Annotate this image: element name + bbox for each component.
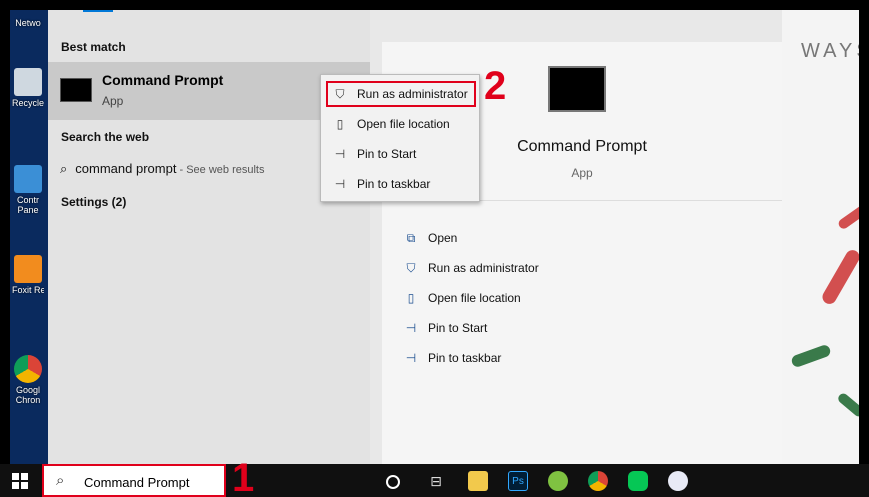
pin-icon: ⊣ [334,177,346,191]
web-query: command prompt [75,161,177,176]
context-pin-to-taskbar[interactable]: ⊣ Pin to taskbar [331,173,431,195]
settings-header[interactable]: Settings (2) [61,195,126,209]
taskbar: ⌕ Command Prompt 1 ⊟ Ps [0,456,869,497]
action-label: Run as administrator [428,261,539,275]
context-label: Run as administrator [357,87,468,101]
desktop-icon-label: Netwo [15,18,41,28]
desktop-icon-google-chrome[interactable]: Googl Chron [12,355,44,405]
photoshop-icon[interactable]: Ps [508,471,528,491]
pin-icon: ⊣ [334,147,346,161]
wallpaper-stroke [836,199,859,231]
action-label: Pin to Start [428,321,488,335]
taskbar-search-box[interactable]: ⌕ Command Prompt [42,464,226,497]
context-open-file-location[interactable]: ▯ Open file location [331,113,450,135]
web-search-result[interactable]: ⌕ command prompt - See web results [60,161,264,177]
file-explorer-icon[interactable] [468,471,488,491]
file-location-icon: ▯ [336,117,344,131]
context-pin-to-start[interactable]: ⊣ Pin to Start [331,143,417,165]
best-match-subtitle: App [102,94,124,108]
recycle-bin-icon [14,68,42,96]
wallpaper-stroke [836,391,859,419]
desktop-icon-label: Googl Chron [15,385,41,405]
accent-stripe [83,10,113,12]
action-open-file-location[interactable]: ▯ Open file location [402,288,521,308]
app-icon[interactable] [548,471,568,491]
action-label: Open file location [428,291,521,305]
wallpaper-stroke [790,343,832,369]
cortana-icon[interactable] [386,475,400,489]
line-icon[interactable] [628,471,648,491]
best-match-title: Command Prompt [102,72,224,88]
command-prompt-icon [548,66,606,112]
search-icon: ⌕ [56,472,65,489]
annotation-number-one: 1 [232,456,255,497]
pin-icon: ⊣ [405,351,417,365]
chrome-icon [14,355,42,383]
foxit-reader-icon [14,255,42,283]
action-label: Pin to taskbar [428,351,502,365]
web-hint: - See web results [176,164,265,176]
action-pin-to-taskbar[interactable]: ⊣ Pin to taskbar [402,348,502,368]
desktop-icon-network[interactable]: Netwo [12,16,44,28]
context-menu: ⛉ Run as administrator ▯ Open file locatio… [320,74,480,202]
desktop-icon-foxit-reader[interactable]: Foxit Re [12,255,44,295]
context-label: Pin to taskbar [357,177,431,191]
command-prompt-icon [60,78,92,102]
control-panel-icon [14,165,42,193]
open-icon: ⧉ [406,230,416,245]
action-pin-to-start[interactable]: ⊣ Pin to Start [402,318,488,338]
desktop-icon-recycle-bin[interactable]: Recycle [12,68,44,108]
desktop-icon-control-panel[interactable]: Contr Pane [12,165,44,215]
wallpaper: WAYS [781,10,859,464]
desktop-icon-label: Contr Pane [16,195,39,215]
windows-start-button[interactable] [12,473,28,489]
pin-icon: ⊣ [405,321,417,335]
search-input[interactable]: Command Prompt [84,475,189,490]
annotation-number-two: 2 [484,64,507,108]
action-open[interactable]: ⧉ Open [402,228,458,248]
action-run-as-administrator[interactable]: ⛉ Run as administrator [402,258,539,278]
desktop-icon-label: Foxit Re [12,285,44,295]
task-view-icon[interactable]: ⊟ [426,471,446,491]
context-label: Open file location [357,117,450,131]
shield-run-icon: ⛉ [335,86,345,101]
action-label: Open [428,231,458,245]
best-match-header: Best match [61,40,126,54]
wallpaper-stroke [819,247,859,307]
file-location-icon: ▯ [407,291,415,305]
context-run-as-administrator[interactable]: ⛉ Run as administrator [331,83,468,105]
desktop-icon-label: Recycle [12,98,44,108]
search-icon: ⌕ [60,161,68,176]
shield-run-icon: ⛉ [406,260,416,275]
context-label: Pin to Start [357,147,417,161]
wallpaper-text: WAYS [801,40,859,62]
chrome-icon[interactable] [588,471,608,491]
zalo-icon[interactable] [668,471,688,491]
search-web-header: Search the web [61,130,150,144]
